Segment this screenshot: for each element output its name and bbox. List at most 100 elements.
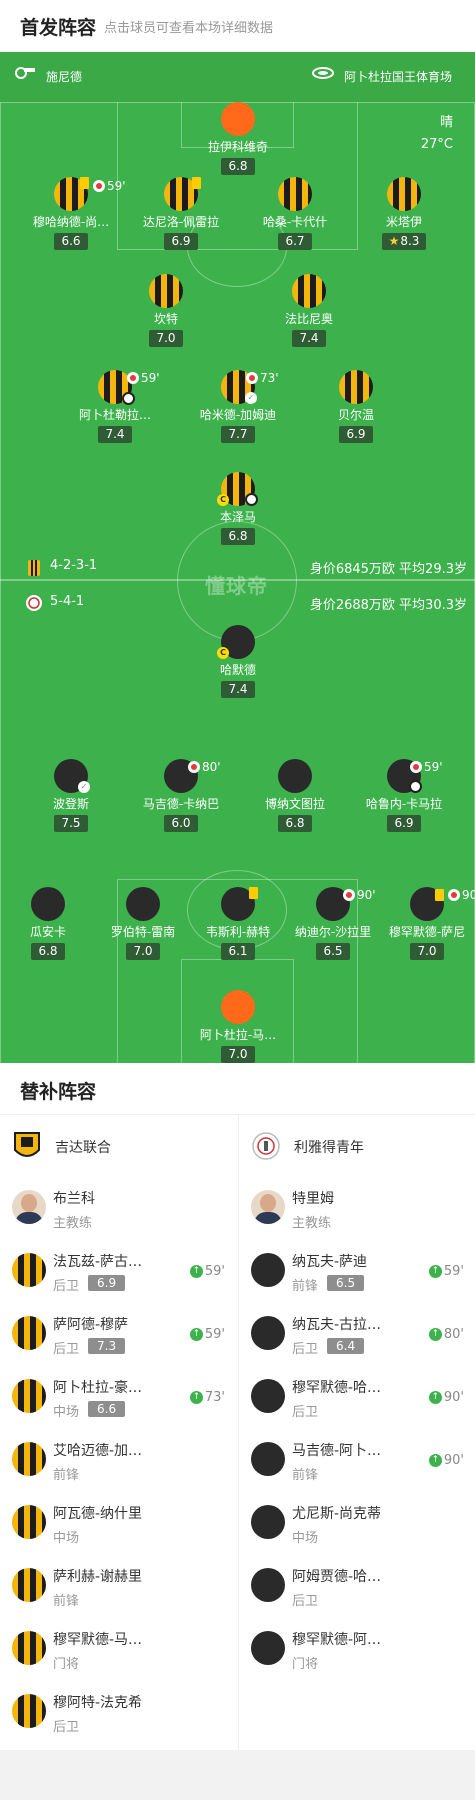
yellow-card-icon <box>80 177 89 189</box>
player-position: 中场 <box>292 1531 319 1546</box>
player-name: 阿卜杜勒拉… <box>78 408 151 422</box>
player-name: 法比尼奥 <box>284 312 333 326</box>
sub-in-minute: ↑ 59' <box>189 1327 225 1342</box>
player-rating: 6.8 <box>221 528 255 545</box>
yellow-card-icon <box>192 177 201 189</box>
coach-name: 布兰科 <box>53 1191 95 1207</box>
player-rating: 7.3 <box>88 1338 126 1354</box>
sub-in-icon: ↑ <box>428 1265 442 1278</box>
sub-player-row[interactable]: 阿瓦德-纳什里 中场 <box>0 1493 237 1556</box>
substitutes-header: 替补阵容 <box>0 1063 475 1115</box>
player-rating: 6.9 <box>88 1275 126 1291</box>
sub-player-row[interactable]: 萨利赫-谢赫里 前锋 <box>0 1556 237 1619</box>
lineup-header: 首发阵容 点击球员可查看本场详细数据 <box>0 0 475 52</box>
sub-in-icon: ↑ <box>189 1391 203 1404</box>
sub-player-row[interactable]: 萨阿德-穆萨 后卫 7.3 ↑ 59' <box>0 1304 237 1367</box>
player-name: 穆罕默德-萨尼 <box>388 925 466 939</box>
sub-out-badge: 80' <box>188 760 221 774</box>
sub-out-icon <box>127 372 139 384</box>
sub-in-minute: ↑ 59' <box>428 1264 464 1279</box>
sub-player-row[interactable]: 穆阿特-法克希 后卫 <box>0 1682 237 1745</box>
player-position: 门将 <box>53 1657 80 1672</box>
sub-out-icon <box>188 761 200 773</box>
sub-player-row[interactable]: 阿卜杜拉-豪… 中场 6.6 ↑ 73' <box>0 1367 237 1430</box>
player-rating: 6.5 <box>316 943 350 960</box>
player-away-gk[interactable]: 阿卜杜拉-马… 7.0 <box>168 990 308 1063</box>
player-home-am3[interactable]: 贝尔温 6.9 <box>286 370 426 443</box>
player-away-st[interactable]: C 哈默德 7.4 <box>168 625 308 698</box>
player-home-rb[interactable]: 米塔伊 ★8.3 <box>334 177 474 250</box>
player-name: 萨利赫-谢赫里 <box>53 1569 143 1585</box>
player-position: 前锋 <box>292 1279 319 1294</box>
sub-in-minute: ↑ 90' <box>428 1453 464 1468</box>
away-team-row[interactable]: 利雅得青年 <box>239 1115 475 1178</box>
player-avatar <box>12 1505 46 1539</box>
sub-player-row[interactable]: 阿姆贾德-哈… 后卫 <box>239 1556 475 1619</box>
sub-player-row[interactable]: 纳瓦夫-萨迪 前锋 6.5 ↑ 59' <box>239 1241 475 1304</box>
player-away-m4[interactable]: 59' 哈鲁内-卡马拉 6.9 <box>334 759 474 832</box>
player-avatar <box>221 102 255 136</box>
player-rating: 6.0 <box>164 815 198 832</box>
away-team-name: 利雅得青年 <box>294 1140 364 1156</box>
sub-player-row[interactable]: 穆罕默德-阿… 门将 <box>239 1619 475 1682</box>
player-name: 拉伊科维奇 <box>207 140 268 154</box>
player-position: 中场 <box>53 1405 80 1420</box>
player-name: 哈默德 <box>219 663 256 677</box>
player-avatar <box>12 1442 46 1476</box>
sub-out-badge: 73' <box>246 371 279 385</box>
player-avatar <box>164 177 201 211</box>
home-coach-row[interactable]: 布兰科 主教练 <box>0 1178 237 1241</box>
sub-player-row[interactable]: 艾哈迈德-加… 前锋 <box>0 1430 237 1493</box>
sub-player-row[interactable]: 纳瓦夫-古拉… 后卫 6.4 ↑ 80' <box>239 1304 475 1367</box>
coach-name: 特里姆 <box>292 1191 334 1207</box>
away-subs-column: 利雅得青年 特里姆 主教练 纳瓦夫-萨迪 前锋 6.5 ↑ 59' 纳瓦夫-古拉…… <box>238 1115 475 1750</box>
sub-in-minute: ↑ 59' <box>189 1264 225 1279</box>
sub-player-row[interactable]: 马吉德-阿卜… 前锋 ↑ 90' <box>239 1430 475 1493</box>
player-rating: 6.7 <box>278 233 312 250</box>
player-name: 马吉德-阿卜… <box>292 1443 382 1459</box>
sub-player-row[interactable]: 穆罕默德-马… 门将 <box>0 1619 237 1682</box>
player-name: 纳瓦夫-古拉… <box>292 1317 382 1333</box>
player-rating: ★8.3 <box>381 233 427 250</box>
sub-player-row[interactable]: 尤尼斯-尚克蒂 中场 <box>239 1493 475 1556</box>
home-team-row[interactable]: 吉达联合 <box>0 1115 237 1178</box>
goal-icon <box>245 493 258 506</box>
player-avatar <box>12 1631 46 1665</box>
coach-avatar <box>12 1190 46 1224</box>
player-rating: 6.9 <box>387 815 421 832</box>
assist-icon <box>122 392 135 405</box>
player-position: 前锋 <box>53 1468 80 1483</box>
player-name: 阿卜杜拉-马… <box>199 1028 277 1042</box>
player-avatar <box>251 1631 285 1665</box>
sub-in-icon: ↑ <box>189 1265 203 1278</box>
player-avatar <box>12 1379 46 1413</box>
sub-in-icon: ↑ <box>428 1391 442 1404</box>
player-home-dm2[interactable]: 法比尼奥 7.4 <box>239 274 379 347</box>
player-home-gk[interactable]: 拉伊科维奇 6.8 <box>168 102 308 175</box>
player-rating: 6.5 <box>327 1275 365 1291</box>
player-avatar <box>251 1379 285 1413</box>
sub-player-row[interactable]: 法瓦兹-萨古… 后卫 6.9 ↑ 59' <box>0 1241 237 1304</box>
away-coach-row[interactable]: 特里姆 主教练 <box>239 1178 475 1241</box>
player-home-am1[interactable]: 59' 阿卜杜勒拉… 7.4 <box>45 370 185 443</box>
player-avatar <box>126 887 160 921</box>
player-rating: 6.4 <box>327 1338 365 1354</box>
sub-in-minute: ↑ 80' <box>428 1327 464 1342</box>
player-rating: 7.4 <box>292 330 326 347</box>
captain-badge: C <box>217 647 229 659</box>
sub-player-row[interactable]: 穆罕默德-哈… 后卫 ↑ 90' <box>239 1367 475 1430</box>
yellow-card-icon <box>249 887 258 899</box>
player-home-dm1[interactable]: 坎特 7.0 <box>96 274 236 347</box>
away-formation: 5-4-1 <box>50 594 85 609</box>
page-subtitle: 点击球员可查看本场详细数据 <box>104 21 274 36</box>
weather-temperature: 27°C <box>420 137 453 152</box>
player-rating: 7.0 <box>410 943 444 960</box>
sub-out-badge: 59' <box>127 371 160 385</box>
home-team-logo <box>14 1132 40 1157</box>
player-avatar <box>149 274 183 308</box>
player-away-d5[interactable]: 90' 穆罕默德-萨尼 7.0 <box>357 887 475 960</box>
sub-out-badge: 90' <box>448 888 475 902</box>
player-avatar <box>54 177 89 211</box>
player-home-st[interactable]: C 本泽马 6.8 <box>168 472 308 545</box>
weather: 晴 27°C <box>421 112 453 156</box>
